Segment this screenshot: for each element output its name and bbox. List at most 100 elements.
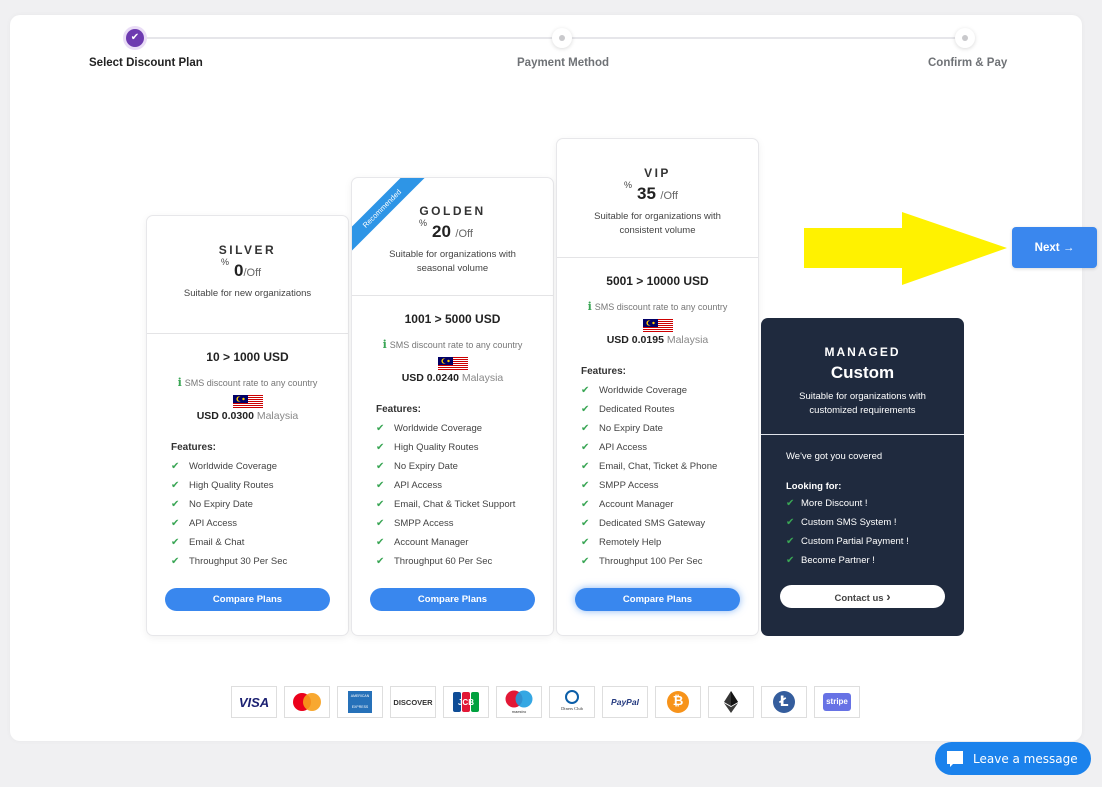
plan-description: Suitable for organizations with consiste… <box>594 211 721 236</box>
feature-text: No Expiry Date <box>394 461 458 472</box>
feature-text: Remotely Help <box>599 537 662 548</box>
check-icon: ✔ <box>581 461 590 472</box>
leave-message-label: Leave a message <box>973 751 1078 766</box>
info-icon: i <box>382 338 387 351</box>
check-icon: ✔ <box>171 556 180 567</box>
looking-for-item: ✔ Custom Partial Payment ! <box>786 532 964 551</box>
looking-for-title: Looking for: <box>786 481 842 492</box>
compare-plans-button[interactable]: Compare Plans <box>165 588 330 611</box>
feature-item: ✔ High Quality Routes <box>171 476 348 495</box>
feature-item: ✔ Throughput 100 Per Sec <box>581 552 758 571</box>
paypal-icon: PayPal <box>602 686 648 718</box>
american-express-icon: AMERICAN EXPRESS <box>337 686 383 718</box>
check-icon: ✔ <box>376 442 385 453</box>
check-icon: ✔ <box>581 537 590 548</box>
feature-list: ✔ Worldwide Coverage ✔ Dedicated Routes ✔ N… <box>581 381 758 571</box>
plan-header: VIP % 35 /Off Suitable for organizations … <box>557 139 758 258</box>
feature-text: Worldwide Coverage <box>189 461 278 472</box>
off-label: /Off <box>660 190 678 202</box>
arrow-right-icon: → <box>1062 241 1075 254</box>
feature-item: ✔ Email, Chat & Ticket Support <box>376 495 553 514</box>
check-icon: ✔ <box>786 536 795 547</box>
rate-country: Malaysia <box>461 372 504 384</box>
check-icon: ✔ <box>171 518 180 529</box>
percent-symbol: % <box>419 218 428 228</box>
bitcoin-icon: ₿ <box>655 686 701 718</box>
check-icon: ✔ <box>171 499 180 510</box>
feature-item: ✔ Account Manager <box>376 533 553 552</box>
discount-value: 35 <box>637 184 656 203</box>
plan-name: MANAGED <box>824 345 901 359</box>
item-text: More Discount ! <box>801 498 868 509</box>
contact-us-button[interactable]: Contact us › <box>780 585 945 608</box>
feature-item: ✔ No Expiry Date <box>376 457 553 476</box>
feature-list: ✔ Worldwide Coverage ✔ High Quality Routes… <box>171 457 348 571</box>
feature-text: Account Manager <box>394 537 469 548</box>
features-title: Features: <box>581 366 627 377</box>
looking-for-item: ✔ More Discount ! <box>786 494 964 513</box>
percent-symbol: % <box>624 180 633 190</box>
contact-us-label: Contact us <box>834 593 884 604</box>
malaysia-flag-icon <box>232 395 263 409</box>
compare-plans-button[interactable]: Compare Plans <box>370 588 535 611</box>
plan-discount: % 0/Off <box>221 257 261 281</box>
feature-item: ✔ Worldwide Coverage <box>376 419 553 438</box>
feature-item: ✔ High Quality Routes <box>376 438 553 457</box>
covered-text: We've got you covered <box>786 451 883 462</box>
dot-icon <box>962 35 968 41</box>
feature-text: Email & Chat <box>189 537 245 548</box>
feature-item: ✔ Throughput 60 Per Sec <box>376 552 553 571</box>
visa-text: VISA <box>238 694 270 710</box>
plan-card-vip[interactable]: VIP % 35 /Off Suitable for organizations … <box>556 138 759 636</box>
feature-text: Throughput 30 Per Sec <box>189 556 288 567</box>
sms-note-text: SMS discount rate to any country <box>389 340 523 350</box>
feature-item: ✔ Email & Chat <box>171 533 348 552</box>
plan-range: 1001 > 5000 USD <box>404 312 501 326</box>
sms-rate: USD 0.0195 Malaysia <box>557 334 758 346</box>
compare-plans-button[interactable]: Compare Plans <box>575 588 740 611</box>
feature-item: ✔ SMPP Access <box>581 476 758 495</box>
percent-symbol: % <box>221 257 230 267</box>
step-3-indicator[interactable] <box>955 28 975 48</box>
leave-message-button[interactable]: Leave a message <box>935 742 1091 775</box>
plan-card-managed[interactable]: MANAGED Custom Suitable for organization… <box>761 318 964 636</box>
plan-discount: % 35 /Off <box>624 180 678 204</box>
jcb-icon: JCB <box>443 686 489 718</box>
off-label: /Off <box>243 267 261 279</box>
plan-body: 5001 > 10000 USD i SMS discount rate to a… <box>557 274 758 611</box>
plan-name: VIP <box>644 166 671 180</box>
svg-text:maestro: maestro <box>512 709 527 714</box>
looking-for-list: ✔ More Discount ! ✔ Custom SMS System ! ✔ C… <box>786 494 964 570</box>
plan-range: 5001 > 10000 USD <box>606 274 709 288</box>
info-icon: i <box>177 376 182 389</box>
visa-icon: VISA <box>231 686 277 718</box>
sms-note-text: SMS discount rate to any country <box>594 302 728 312</box>
item-text: Become Partner ! <box>801 555 875 566</box>
check-icon: ✔ <box>786 555 795 566</box>
feature-text: Email, Chat, Ticket & Phone <box>599 461 718 472</box>
check-icon: ✔ <box>376 556 385 567</box>
next-label: Next <box>1034 241 1060 254</box>
feature-text: API Access <box>189 518 238 529</box>
stepper-track <box>132 37 964 39</box>
check-icon: ✔ <box>581 556 590 567</box>
diners-club-icon: Diners Club <box>549 686 595 718</box>
plan-name: SILVER <box>218 243 277 257</box>
check-icon: ✔ <box>171 461 180 472</box>
info-icon: i <box>587 300 592 313</box>
check-icon: ✔ <box>376 461 385 472</box>
feature-item: ✔ API Access <box>581 438 758 457</box>
item-text: Custom SMS System ! <box>801 517 897 528</box>
next-button[interactable]: Next → <box>1012 227 1097 268</box>
plan-card-silver[interactable]: SILVER % 0/Off Suitable for new organizat… <box>146 215 349 636</box>
check-icon: ✔ <box>126 29 144 47</box>
discover-text: DISCOVER <box>393 697 433 707</box>
step-2-indicator[interactable] <box>552 28 572 48</box>
step-1-indicator[interactable]: ✔ <box>123 26 147 50</box>
payment-methods: VISA AMERICAN EXPRESS DISCOVER JCB maest… <box>231 686 860 718</box>
litecoin-icon: Ł <box>761 686 807 718</box>
feature-item: ✔ Email, Chat, Ticket & Phone <box>581 457 758 476</box>
plan-card-golden[interactable]: Recommended GOLDEN % 20 /Off Suitable for… <box>351 177 554 636</box>
check-icon: ✔ <box>581 480 590 491</box>
svg-text:JCB: JCB <box>458 698 474 707</box>
